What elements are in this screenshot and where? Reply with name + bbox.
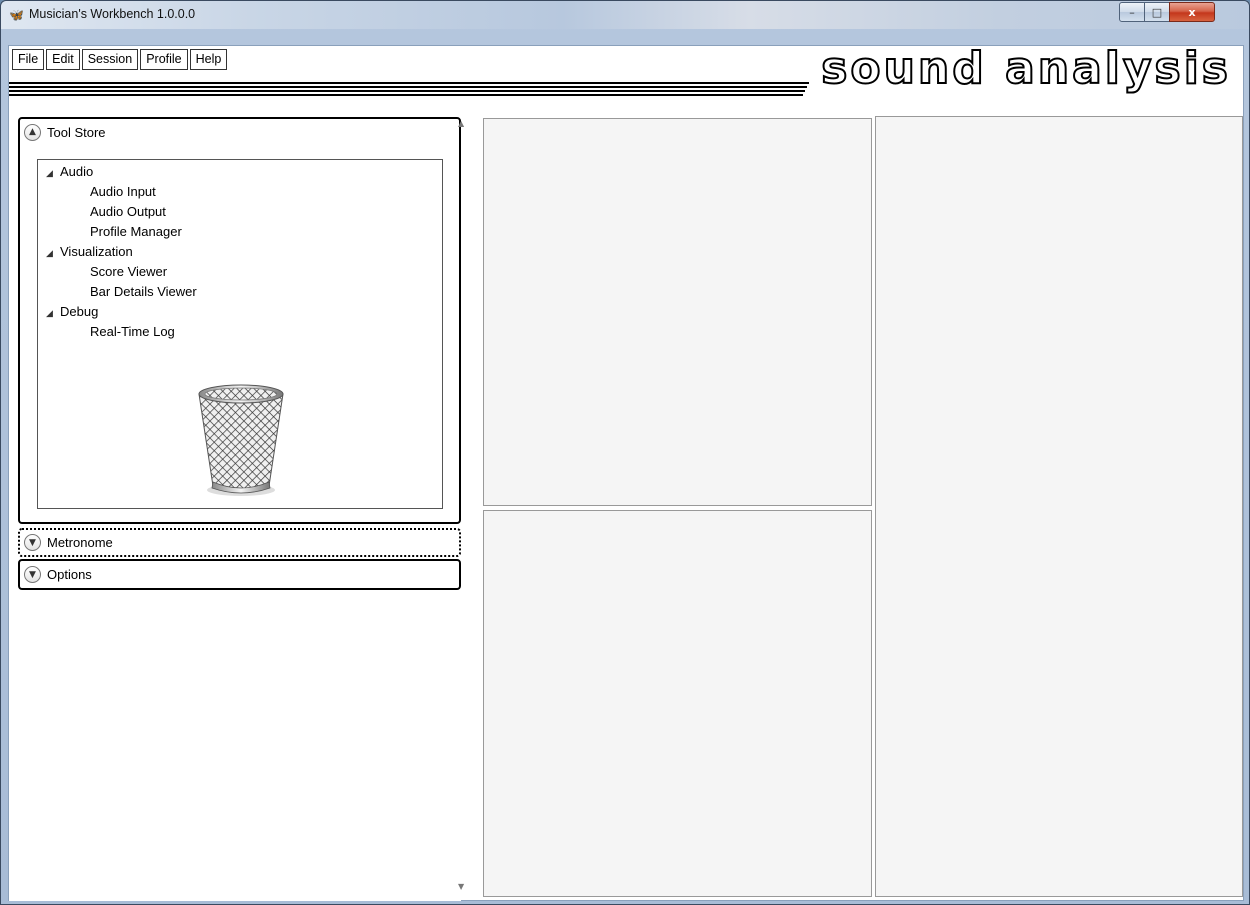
workspace-pane-right[interactable]: [875, 116, 1243, 897]
metronome-expander: ▼ Metronome: [18, 528, 461, 557]
sound-analysis-logo: sound analysis: [820, 43, 1231, 94]
trash-can-icon[interactable]: [193, 378, 289, 498]
close-icon: x: [1188, 5, 1196, 19]
close-button[interactable]: x: [1169, 2, 1215, 22]
scroll-down-icon[interactable]: ▼: [458, 882, 464, 891]
title-bar[interactable]: 🦋 Musician's Workbench 1.0.0.0 – □ x: [1, 1, 1249, 29]
chevron-up-icon[interactable]: ▲: [24, 123, 41, 141]
tree-item-audio-output[interactable]: Audio Output: [90, 204, 166, 219]
tool-tree: ◢ Audio Audio Input Audio Output Profile …: [37, 159, 443, 509]
maximize-icon: □: [1151, 5, 1163, 19]
metronome-title: Metronome: [47, 535, 113, 550]
tree-item-real-time-log[interactable]: Real-Time Log: [90, 324, 175, 339]
tree-node-label: Debug: [60, 304, 99, 319]
menu-session[interactable]: Session: [81, 49, 139, 70]
chevron-down-icon[interactable]: ▼: [24, 566, 41, 583]
tool-store-title: Tool Store: [47, 124, 106, 140]
options-expander: ▼ Options: [18, 559, 461, 590]
tree-node-audio[interactable]: ◢ Audio: [46, 164, 93, 179]
tree-item-bar-details-viewer[interactable]: Bar Details Viewer: [90, 284, 197, 299]
workspace-pane-top-left[interactable]: [483, 118, 872, 506]
tree-node-visualization[interactable]: ◢ Visualization: [46, 244, 133, 259]
triangle-expanded-icon[interactable]: ◢: [46, 308, 60, 319]
tree-node-label: Visualization: [60, 244, 133, 259]
app-icon: 🦋: [9, 8, 24, 22]
app-window: 🦋 Musician's Workbench 1.0.0.0 – □ x Fil…: [0, 0, 1250, 905]
tree-item-profile-manager[interactable]: Profile Manager: [90, 224, 182, 239]
minimize-icon: –: [1129, 5, 1135, 19]
options-header[interactable]: ▼ Options: [20, 561, 459, 588]
workspace-pane-bottom-left[interactable]: [483, 510, 872, 897]
menu-bar: File Edit Session Profile Help: [12, 49, 228, 71]
tree-node-debug[interactable]: ◢ Debug: [46, 304, 98, 319]
chevron-down-icon[interactable]: ▼: [24, 534, 41, 551]
tool-store-expander: ▲ Tool Store ◢ Audio Audio Input Audio Ou…: [18, 117, 461, 524]
menu-edit[interactable]: Edit: [46, 49, 80, 70]
scroll-up-icon[interactable]: ▲: [458, 119, 464, 128]
metronome-header[interactable]: ▼ Metronome: [20, 530, 459, 555]
tree-node-label: Audio: [60, 164, 94, 179]
menu-help[interactable]: Help: [189, 49, 228, 70]
maximize-button[interactable]: □: [1144, 2, 1170, 22]
left-panel: ▲ Tool Store ◢ Audio Audio Input Audio Ou…: [9, 111, 461, 901]
minimize-button[interactable]: –: [1119, 2, 1145, 22]
triangle-expanded-icon[interactable]: ◢: [46, 168, 60, 179]
left-panel-scrollbar[interactable]: ▲ ▼: [454, 113, 472, 895]
tool-store-header[interactable]: ▲ Tool Store: [20, 119, 459, 145]
menu-file[interactable]: File: [12, 49, 45, 70]
options-title: Options: [47, 567, 92, 582]
tree-item-audio-input[interactable]: Audio Input: [90, 184, 156, 199]
window-title: Musician's Workbench 1.0.0.0: [29, 7, 196, 21]
menu-profile[interactable]: Profile: [140, 49, 188, 70]
tree-item-score-viewer[interactable]: Score Viewer: [90, 264, 167, 279]
triangle-expanded-icon[interactable]: ◢: [46, 248, 60, 259]
